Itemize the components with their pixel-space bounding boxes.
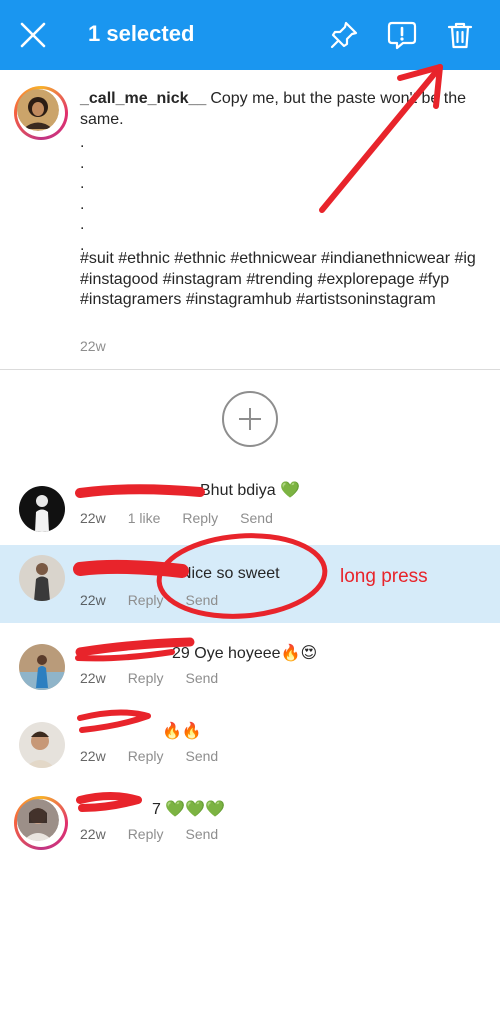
- send-button[interactable]: Send: [185, 670, 218, 686]
- selection-count-title: 1 selected: [88, 21, 195, 46]
- pin-icon[interactable]: [328, 19, 360, 51]
- caption-username[interactable]: _call_me_nick__: [80, 90, 206, 107]
- close-icon[interactable]: [18, 20, 48, 50]
- reply-button[interactable]: Reply: [128, 592, 164, 608]
- send-button[interactable]: Send: [240, 510, 273, 526]
- trash-icon[interactable]: [444, 19, 476, 51]
- report-icon[interactable]: [386, 19, 418, 51]
- comment-meta: 22w Reply Send: [80, 826, 240, 842]
- commenter-avatar[interactable]: [14, 796, 68, 850]
- comment-text: 🔥🔥: [162, 723, 202, 740]
- comment-time: 22w: [80, 510, 106, 526]
- send-button[interactable]: Send: [185, 592, 218, 608]
- send-button[interactable]: Send: [185, 826, 218, 842]
- commenter-avatar[interactable]: [19, 486, 65, 532]
- comment-time: 22w: [80, 748, 106, 764]
- commenter-avatar-photo: [17, 799, 59, 841]
- comment-meta: 22w Reply Send: [80, 592, 240, 608]
- caption-avatar[interactable]: [14, 86, 68, 140]
- comment-time: 22w: [80, 670, 106, 686]
- comment-meta: 22w Reply Send: [80, 670, 240, 686]
- comment-time: 22w: [80, 592, 106, 608]
- commenter-avatar[interactable]: [19, 555, 65, 601]
- reply-button[interactable]: Reply: [128, 748, 164, 764]
- reply-button[interactable]: Reply: [182, 510, 218, 526]
- reply-button[interactable]: Reply: [128, 826, 164, 842]
- comment-meta: 22w Reply Send: [80, 748, 240, 764]
- caption-text: _call_me_nick__ Copy me, but the paste wo…: [80, 89, 480, 130]
- comment-row[interactable]: Bhut bdiya 💚 22w 1 like Reply Send: [0, 476, 500, 554]
- caption-avatar-photo: [17, 89, 59, 131]
- caption-dots: . . . . . .: [80, 134, 85, 254]
- comment-text: 29 Oye hoyeee🔥😍: [172, 645, 318, 662]
- commenter-avatar[interactable]: [19, 722, 65, 768]
- long-press-annotation: long press: [340, 566, 428, 587]
- comment-text: Bhut bdiya 💚: [200, 482, 300, 499]
- comment-meta: 22w 1 like Reply Send: [80, 510, 295, 526]
- comment-row[interactable]: 🔥🔥 22w Reply Send: [0, 712, 500, 790]
- post-caption: _call_me_nick__ Copy me, but the paste wo…: [0, 70, 500, 370]
- caption-hashtags: #suit #ethnic #ethnic #ethnicwear #india…: [80, 250, 476, 308]
- comment-row[interactable]: 7 💚💚💚 22w Reply Send: [0, 790, 500, 868]
- plus-icon: [239, 408, 261, 430]
- comment-row[interactable]: 29 Oye hoyeee🔥😍 22w Reply Send: [0, 634, 500, 712]
- reply-button[interactable]: Reply: [128, 670, 164, 686]
- caption-timestamp: 22w: [80, 338, 106, 354]
- action-bar: 1 selected: [0, 0, 500, 70]
- comment-text: 7 💚💚💚: [152, 801, 226, 818]
- add-button[interactable]: [222, 391, 278, 447]
- send-button[interactable]: Send: [185, 748, 218, 764]
- comment-text: Nice so sweet: [180, 565, 280, 582]
- comment-time: 22w: [80, 826, 106, 842]
- comment-likes[interactable]: 1 like: [128, 510, 161, 526]
- commenter-avatar[interactable]: [19, 644, 65, 690]
